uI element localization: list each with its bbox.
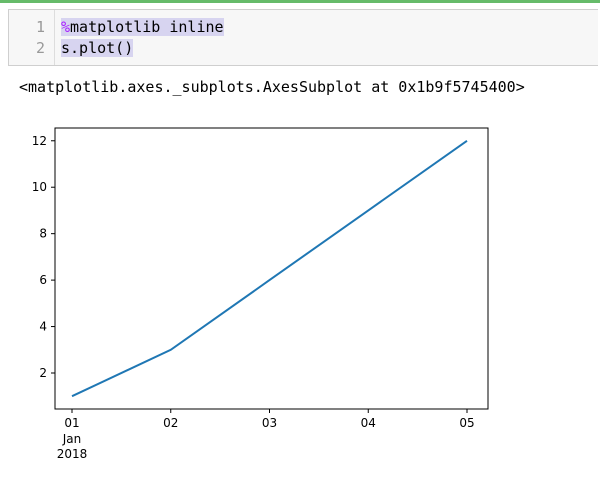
y-axis: 2 4 6 8 10 12 [32,134,55,380]
plot-area [54,127,489,410]
line-chart: 2 4 6 8 10 12 01 02 03 04 05 Jan 2018 [32,127,489,461]
y-tick-label: 12 [32,134,47,148]
x-month-label: Jan [62,432,82,446]
x-tick-label: 05 [459,416,474,430]
y-tick-label: 4 [39,320,47,334]
x-year-label: 2018 [57,447,88,461]
x-tick-label: 03 [262,416,277,430]
y-tick-label: 10 [32,180,47,194]
y-tick-label: 8 [39,227,47,241]
y-tick-label: 2 [39,366,47,380]
x-tick-label: 04 [361,416,376,430]
x-tick-label: 01 [64,416,79,430]
x-axis: 01 02 03 04 05 [64,409,475,430]
y-tick-label: 6 [39,273,47,287]
x-tick-label: 02 [163,416,178,430]
